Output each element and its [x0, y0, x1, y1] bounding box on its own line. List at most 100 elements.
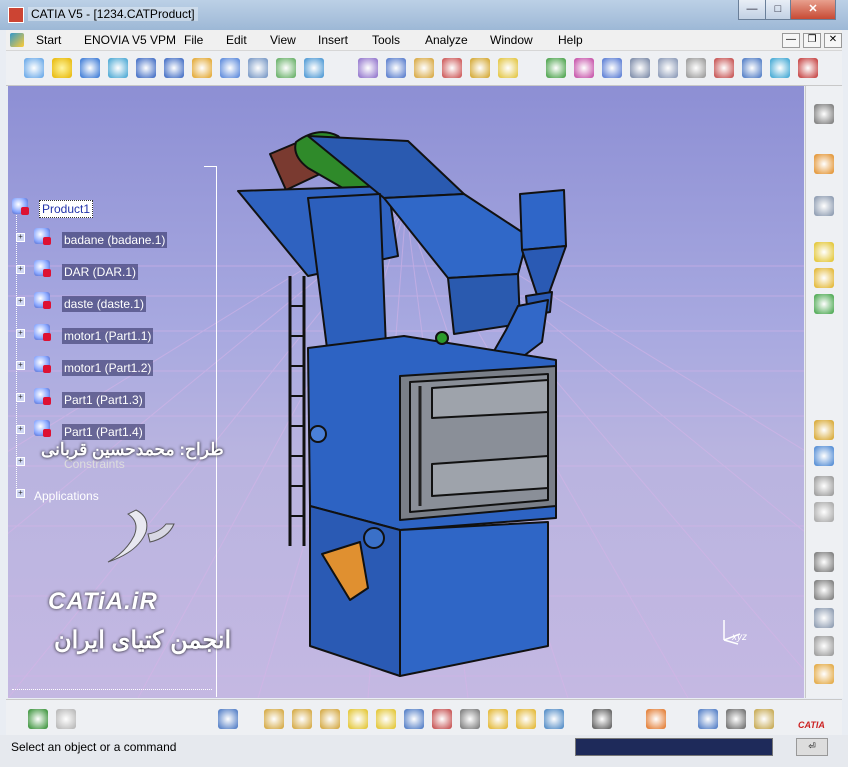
- reuse-pattern-icon[interactable]: [714, 58, 734, 78]
- 3d-viewport[interactable]: Product1 + badane (badane.1) + DAR (DAR.…: [8, 86, 804, 698]
- menu-analyze[interactable]: Analyze: [425, 33, 468, 47]
- text-annotation-icon[interactable]: [814, 552, 834, 572]
- replace-component-icon[interactable]: [814, 446, 834, 466]
- tree-item-motor1-2[interactable]: motor1 (Part1.2): [62, 360, 154, 376]
- offset-icon[interactable]: [602, 58, 622, 78]
- expand-toggle[interactable]: +: [16, 329, 25, 338]
- existing-component-icon[interactable]: [814, 420, 834, 440]
- symmetry-icon[interactable]: [404, 709, 424, 729]
- pan-icon[interactable]: [80, 58, 100, 78]
- zoom-in-icon[interactable]: [136, 58, 156, 78]
- doc-restore-button[interactable]: ❐: [803, 33, 821, 48]
- tree-item-badane[interactable]: badane (badane.1): [62, 232, 168, 248]
- assembly-design-icon[interactable]: [814, 104, 834, 124]
- view-mode-icon[interactable]: [814, 608, 834, 628]
- fit-all-icon[interactable]: [52, 58, 72, 78]
- expand-toggle[interactable]: +: [16, 393, 25, 402]
- constraint-icon[interactable]: [498, 58, 518, 78]
- expand-toggle[interactable]: +: [16, 425, 25, 434]
- smart-move-icon[interactable]: [470, 58, 490, 78]
- multi-instantiate-icon[interactable]: [686, 58, 706, 78]
- product-explode-icon[interactable]: [386, 58, 406, 78]
- add-icon[interactable]: [432, 709, 452, 729]
- power-input-field[interactable]: [575, 738, 773, 756]
- close-button[interactable]: ✕: [790, 0, 836, 20]
- bolt-icon[interactable]: [292, 709, 312, 729]
- fix-icon[interactable]: [546, 58, 566, 78]
- component-properties-icon[interactable]: [814, 196, 834, 216]
- catalog-icon[interactable]: [358, 58, 378, 78]
- zoom-out-icon[interactable]: [164, 58, 184, 78]
- generate-numbering-icon[interactable]: [814, 502, 834, 522]
- part-icon[interactable]: [34, 356, 51, 373]
- part-icon[interactable]: [34, 260, 51, 277]
- bill-of-material-icon[interactable]: [742, 58, 762, 78]
- angle-icon[interactable]: [630, 58, 650, 78]
- start-menu-icon[interactable]: [10, 33, 24, 47]
- tree-item-part1-4[interactable]: Part1 (Part1.4): [62, 424, 145, 440]
- normal-view-icon[interactable]: [192, 58, 212, 78]
- swap-space-icon[interactable]: [276, 58, 296, 78]
- update-all-icon[interactable]: [218, 709, 238, 729]
- shading-icon[interactable]: [304, 58, 324, 78]
- split-icon[interactable]: [320, 709, 340, 729]
- menu-help[interactable]: Help: [558, 33, 583, 47]
- part-icon[interactable]: [34, 324, 51, 341]
- product-icon[interactable]: [12, 198, 29, 215]
- expand-toggle[interactable]: +: [16, 361, 25, 370]
- tree-root-product[interactable]: Product1: [39, 200, 94, 218]
- annotation-plane-icon[interactable]: [814, 636, 834, 656]
- new-part-icon[interactable]: [814, 294, 834, 314]
- tree-scroll-bracket[interactable]: [204, 166, 217, 697]
- new-product-icon[interactable]: [814, 268, 834, 288]
- doc-minimize-button[interactable]: —: [782, 33, 800, 48]
- menu-window[interactable]: Window: [490, 33, 533, 47]
- pocket-icon[interactable]: [376, 709, 396, 729]
- assembly-features-icon[interactable]: [264, 709, 284, 729]
- tree-item-motor1-1[interactable]: motor1 (Part1.1): [62, 328, 154, 344]
- hide-show-icon[interactable]: [248, 58, 268, 78]
- tree-item-part1-3[interactable]: Part1 (Part1.3): [62, 392, 145, 408]
- hole-icon[interactable]: [348, 709, 368, 729]
- menu-edit[interactable]: Edit: [226, 33, 247, 47]
- contact-icon[interactable]: [574, 58, 594, 78]
- tree-item-applications[interactable]: Applications: [32, 488, 101, 504]
- tree-item-daste[interactable]: daste (daste.1): [62, 296, 147, 312]
- part-icon[interactable]: [34, 292, 51, 309]
- flag-note-icon[interactable]: [814, 580, 834, 600]
- undo-icon[interactable]: [28, 709, 48, 729]
- manipulate-icon[interactable]: [414, 58, 434, 78]
- camera-icon[interactable]: [592, 709, 612, 729]
- remove-icon[interactable]: [460, 709, 480, 729]
- maximize-button[interactable]: □: [765, 0, 791, 20]
- part-icon[interactable]: [34, 388, 51, 405]
- catia-app-icon[interactable]: [8, 7, 24, 23]
- grid-icon[interactable]: [646, 709, 666, 729]
- scene-browser-icon[interactable]: [488, 709, 508, 729]
- tree-item-dar[interactable]: DAR (DAR.1): [62, 264, 139, 280]
- menu-insert[interactable]: Insert: [318, 33, 348, 47]
- graph-tree-icon[interactable]: [814, 476, 834, 496]
- iso-view-icon[interactable]: [220, 58, 240, 78]
- minimize-button[interactable]: —: [738, 0, 766, 20]
- doc-close-button[interactable]: ✕: [824, 33, 842, 48]
- measure-icon[interactable]: [798, 58, 818, 78]
- menu-file[interactable]: File: [184, 33, 203, 47]
- distance-icon[interactable]: [698, 709, 718, 729]
- redo-icon[interactable]: [56, 709, 76, 729]
- menu-view[interactable]: View: [270, 33, 296, 47]
- power-input-button[interactable]: ⏎: [796, 738, 828, 756]
- update-icon[interactable]: [658, 58, 678, 78]
- fly-mode-icon[interactable]: [24, 58, 44, 78]
- expand-toggle[interactable]: +: [16, 457, 25, 466]
- part-icon[interactable]: [34, 420, 51, 437]
- expand-toggle[interactable]: +: [16, 265, 25, 274]
- weld-icon[interactable]: [516, 709, 536, 729]
- menu-start[interactable]: Start: [36, 33, 61, 47]
- menu-tools[interactable]: Tools: [372, 33, 400, 47]
- rotate-icon[interactable]: [108, 58, 128, 78]
- expand-toggle[interactable]: +: [16, 233, 25, 242]
- scene-icon[interactable]: [770, 58, 790, 78]
- snap-icon[interactable]: [442, 58, 462, 78]
- new-component-icon[interactable]: [814, 242, 834, 262]
